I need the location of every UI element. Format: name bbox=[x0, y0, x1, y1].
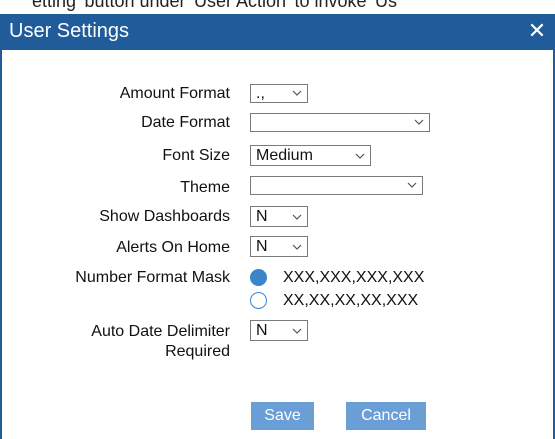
show-dashboards-label: Show Dashboards bbox=[99, 208, 230, 225]
auto-date-delimiter-select[interactable]: N bbox=[250, 320, 308, 341]
amount-format-value: ., bbox=[256, 85, 265, 102]
date-format-select[interactable] bbox=[250, 113, 430, 132]
auto-date-delimiter-label: Auto Date Delimiter bbox=[91, 323, 230, 340]
dialog-border-left bbox=[0, 50, 2, 439]
amount-format-select[interactable]: ., bbox=[250, 84, 308, 103]
alerts-on-home-value: N bbox=[256, 238, 268, 255]
font-size-select[interactable]: Medium bbox=[250, 145, 371, 166]
font-size-label: Font Size bbox=[162, 147, 230, 164]
show-dashboards-select[interactable]: N bbox=[250, 206, 308, 227]
theme-label: Theme bbox=[180, 179, 230, 196]
background-partial-text: etting' button under 'User Action' to in… bbox=[32, 0, 397, 11]
number-format-mask-label: Number Format Mask bbox=[75, 269, 230, 286]
dialog-titlebar: User Settings ✕ bbox=[0, 14, 555, 50]
font-size-value: Medium bbox=[256, 147, 313, 164]
theme-select[interactable] bbox=[250, 176, 423, 195]
chevron-down-icon bbox=[407, 181, 417, 189]
radio-unselected[interactable] bbox=[250, 292, 267, 309]
amount-format-label: Amount Format bbox=[119, 85, 230, 102]
auto-date-delimiter-value: N bbox=[256, 322, 268, 339]
chevron-down-icon bbox=[414, 118, 424, 126]
dialog-title: User Settings bbox=[9, 20, 130, 42]
chevron-down-icon bbox=[355, 152, 365, 160]
number-format-option-1-text: XXX,XXX,XXX,XXX bbox=[283, 269, 425, 286]
user-settings-dialog: User Settings ✕ Amount Format ., Date Fo… bbox=[0, 14, 555, 439]
cancel-button[interactable]: Cancel bbox=[346, 402, 426, 430]
save-button[interactable]: Save bbox=[251, 402, 314, 430]
radio-selected[interactable] bbox=[250, 269, 267, 286]
chevron-down-icon bbox=[292, 243, 302, 251]
alerts-on-home-select[interactable]: N bbox=[250, 236, 308, 257]
auto-date-delimiter-label-line2: Required bbox=[165, 343, 230, 360]
chevron-down-icon bbox=[292, 327, 302, 335]
background-page-text: etting' button under 'User Action' to in… bbox=[0, 0, 555, 14]
chevron-down-icon bbox=[292, 89, 302, 97]
number-format-option-2-text: XX,XX,XX,XX,XXX bbox=[283, 292, 419, 309]
chevron-down-icon bbox=[292, 213, 302, 221]
alerts-on-home-label: Alerts On Home bbox=[116, 239, 230, 256]
show-dashboards-value: N bbox=[256, 208, 268, 225]
close-icon[interactable]: ✕ bbox=[525, 18, 549, 44]
date-format-label: Date Format bbox=[141, 114, 230, 131]
